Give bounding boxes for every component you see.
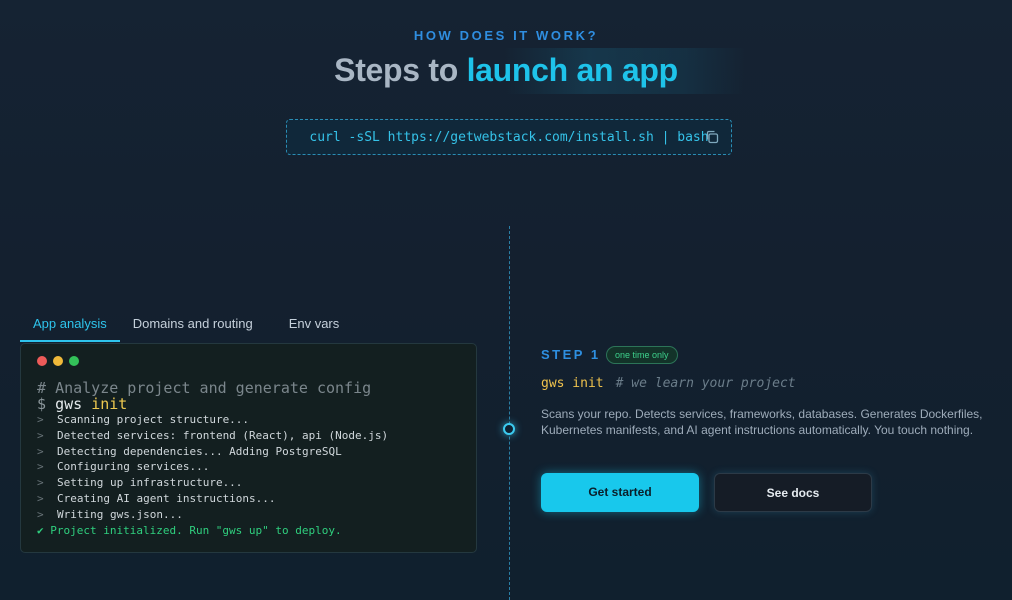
output-prompt: > bbox=[37, 507, 44, 521]
output-prompt: > bbox=[37, 444, 44, 458]
minimize-dot-icon bbox=[53, 356, 63, 366]
output-line: > Detected services: frontend (React), ap… bbox=[37, 428, 388, 444]
terminal-command-arg: init bbox=[91, 395, 128, 413]
get-started-button[interactable]: Get started bbox=[541, 473, 699, 512]
terminal-prompt: $ bbox=[37, 395, 47, 413]
terminal-command: gws bbox=[55, 395, 83, 413]
section-title: Steps to launch an app bbox=[0, 52, 1012, 89]
tab-env-vars[interactable]: Env vars bbox=[276, 310, 353, 342]
terminal-output: # Analyze project and generate config $ … bbox=[37, 380, 388, 538]
title-accent: launch an app bbox=[466, 52, 679, 88]
maximize-dot-icon bbox=[69, 356, 79, 366]
window-controls bbox=[37, 356, 85, 366]
output-text: Scanning project structure... bbox=[57, 413, 250, 426]
install-command-box[interactable]: curl -sSL https://getwebstack.com/instal… bbox=[286, 119, 732, 155]
step-command-text: gws init bbox=[541, 376, 604, 391]
install-command: curl -sSL https://getwebstack.com/instal… bbox=[309, 129, 709, 145]
terminal-comment-line: # Analyze project and generate config bbox=[37, 380, 388, 396]
output-text: Writing gws.json... bbox=[57, 507, 183, 521]
output-line: > Setting up infrastructure... bbox=[37, 475, 388, 491]
tab-bar: App analysis Domains and routing Env var… bbox=[20, 310, 352, 342]
one-time-badge: one time only bbox=[606, 346, 678, 364]
output-text: Detected services: frontend (React), api… bbox=[57, 428, 389, 442]
step-label: STEP 1 bbox=[541, 347, 601, 362]
step-command-comment: # we learn your project bbox=[615, 376, 796, 391]
terminal-command-line: $ gws init bbox=[37, 396, 388, 412]
output-text: Creating AI agent instructions... bbox=[57, 491, 276, 505]
output-prompt: > bbox=[37, 491, 44, 505]
output-text: Detecting dependencies... Adding Postgre… bbox=[57, 444, 342, 458]
output-line: > Detecting dependencies... Adding Postgr… bbox=[37, 444, 388, 460]
timeline-line bbox=[509, 226, 510, 600]
title-plain: Steps to bbox=[334, 52, 458, 88]
close-dot-icon bbox=[37, 356, 47, 366]
output-line: > Creating AI agent instructions... bbox=[37, 491, 388, 507]
output-prompt: > bbox=[37, 476, 44, 490]
copy-icon[interactable] bbox=[705, 130, 719, 144]
output-line: > Writing gws.json... bbox=[37, 507, 388, 523]
output-prompt: > bbox=[37, 460, 44, 474]
see-docs-button[interactable]: See docs bbox=[714, 473, 872, 512]
output-line: > Configuring services... bbox=[37, 459, 388, 475]
output-text: Configuring services... bbox=[57, 460, 210, 474]
step-description: Scans your repo. Detects services, frame… bbox=[541, 407, 983, 437]
tab-app-analysis[interactable]: App analysis bbox=[20, 310, 120, 342]
section-eyebrow: HOW DOES IT WORK? bbox=[413, 28, 599, 43]
output-prompt: > bbox=[37, 428, 44, 442]
timeline-dot bbox=[503, 423, 515, 435]
output-line: > Scanning project structure... bbox=[37, 412, 388, 428]
output-text: Setting up infrastructure... bbox=[57, 476, 243, 490]
tab-domains-and-routing[interactable]: Domains and routing bbox=[120, 310, 266, 342]
terminal-window: # Analyze project and generate config $ … bbox=[20, 343, 477, 553]
step-command: gws init # we learn your project bbox=[541, 376, 796, 391]
success-line: ✔ Project initialized. Run "gws up" to d… bbox=[37, 523, 342, 537]
output-prompt: > bbox=[37, 413, 44, 426]
